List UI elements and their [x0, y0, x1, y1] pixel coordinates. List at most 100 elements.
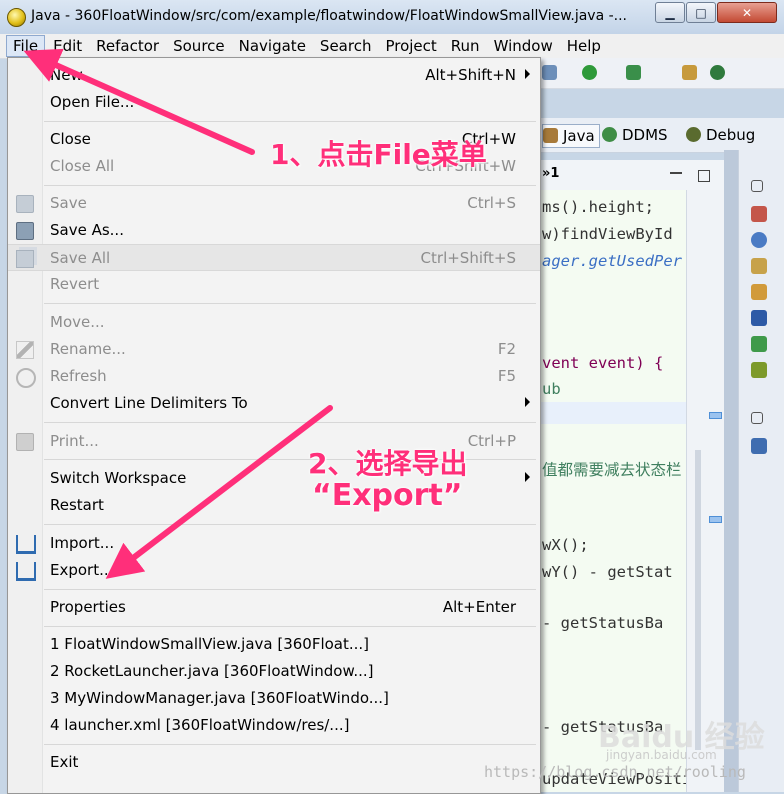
code-line: vent event) { — [542, 354, 664, 372]
menu-item-move[interactable]: Move... — [8, 309, 540, 336]
menu-item-shortcut: Ctrl+S — [467, 194, 516, 212]
menu-item-label: 2 RocketLauncher.java [360FloatWindow...… — [50, 662, 374, 680]
declaration-icon[interactable] — [751, 258, 767, 274]
title-bar: Java - 360FloatWindow/src/com/example/fl… — [0, 0, 784, 35]
javadoc-icon[interactable] — [751, 232, 767, 248]
menu-help[interactable]: Help — [561, 35, 607, 57]
perspective-java-label: Java — [563, 127, 595, 145]
menu-edit[interactable]: Edit — [47, 35, 88, 57]
recent-file-4[interactable]: 4 launcher.xml [360FloatWindow/res/...] — [8, 712, 540, 739]
run-icon[interactable] — [582, 65, 597, 80]
maximize-view-icon[interactable] — [698, 170, 710, 182]
menu-item-convert-line-delimiters[interactable]: Convert Line Delimiters To — [8, 390, 540, 417]
recent-file-3[interactable]: 3 MyWindowManager.java [360FloatWindo...… — [8, 685, 540, 712]
recent-file-2[interactable]: 2 RocketLauncher.java [360FloatWindow...… — [8, 658, 540, 685]
menu-separator — [44, 185, 536, 186]
debug-bug-icon — [686, 127, 701, 142]
sash[interactable] — [724, 150, 738, 792]
save-as-icon — [16, 222, 34, 240]
menu-item-save[interactable]: Save Ctrl+S — [8, 190, 540, 217]
print-icon — [16, 433, 34, 451]
menu-item-label: Exit — [50, 753, 79, 771]
menu-item-export[interactable]: Export... — [8, 557, 540, 584]
window-title: Java - 360FloatWindow/src/com/example/fl… — [31, 8, 628, 24]
menu-item-shortcut: Alt+Shift+N — [425, 66, 516, 84]
menu-item-exit[interactable]: Exit — [8, 749, 540, 776]
current-line-highlight — [538, 402, 686, 424]
menu-item-revert[interactable]: Revert — [8, 271, 540, 298]
menu-item-label: Save All — [50, 249, 111, 267]
submenu-arrow-icon — [525, 69, 530, 79]
menu-item-rename[interactable]: Rename... F2 — [8, 336, 540, 363]
logcat-icon[interactable] — [751, 362, 767, 378]
editor-tab-bar: »1 — [538, 160, 724, 191]
menu-item-label: Import... — [50, 534, 115, 552]
editor-overview-ruler[interactable] — [686, 190, 725, 792]
class-icon[interactable] — [710, 65, 725, 80]
menu-item-save-as[interactable]: Save As... — [8, 217, 540, 244]
new-wizard-icon[interactable] — [542, 65, 557, 80]
menu-item-refresh[interactable]: Refresh F5 — [8, 363, 540, 390]
menu-item-label: 4 launcher.xml [360FloatWindow/res/...] — [50, 716, 350, 734]
progress-icon[interactable] — [751, 336, 767, 352]
menu-refactor[interactable]: Refactor — [90, 35, 165, 57]
menu-item-label: Convert Line Delimiters To — [50, 394, 248, 412]
menu-item-open-file[interactable]: Open File... — [8, 89, 540, 116]
menu-item-label: Revert — [50, 275, 100, 293]
perspective-debug-label: Debug — [706, 126, 756, 144]
perspective-debug[interactable]: Debug — [686, 124, 755, 146]
menu-bar: File Edit Refactor Source Navigate Searc… — [0, 34, 784, 59]
menu-file[interactable]: File — [6, 35, 46, 57]
rename-icon — [16, 341, 34, 359]
search-view-icon[interactable] — [751, 284, 767, 300]
menu-separator — [44, 626, 536, 627]
code-line: - getStatusBa — [542, 614, 664, 632]
restore-view-icon[interactable] — [751, 180, 763, 192]
menu-item-label: Restart — [50, 496, 104, 514]
editor-scrollbar-thumb[interactable] — [695, 450, 701, 750]
menu-item-label: Print... — [50, 432, 99, 450]
maximize-button[interactable]: □ — [686, 2, 716, 23]
refresh-icon — [16, 368, 36, 388]
menu-item-label: Save As... — [50, 221, 124, 239]
close-button[interactable]: ✕ — [717, 2, 777, 23]
menu-source[interactable]: Source — [167, 35, 231, 57]
outline-view-icon[interactable] — [751, 206, 767, 222]
external-tools-icon[interactable] — [626, 65, 641, 80]
hierarchy-icon[interactable] — [751, 438, 767, 454]
menu-item-label: Export... — [50, 561, 114, 579]
menu-item-shortcut: Ctrl+P — [467, 432, 516, 450]
import-icon — [16, 535, 36, 554]
menu-run[interactable]: Run — [445, 35, 486, 57]
code-editor[interactable]: ms().height; w)findViewById ager.getUsed… — [538, 190, 686, 792]
menu-item-label: Save — [50, 194, 87, 212]
overview-mark[interactable] — [709, 412, 722, 419]
menu-search[interactable]: Search — [314, 35, 378, 57]
recent-file-1[interactable]: 1 FloatWindowSmallView.java [360Float...… — [8, 631, 540, 658]
menu-item-label: Close All — [50, 157, 115, 175]
restore-view-icon[interactable] — [751, 412, 763, 424]
menu-item-save-all[interactable]: Save All Ctrl+Shift+S — [8, 244, 540, 271]
menu-window[interactable]: Window — [488, 35, 559, 57]
perspective-java[interactable]: Java — [542, 124, 600, 148]
code-line: ms().height; — [542, 198, 654, 216]
menu-project[interactable]: Project — [379, 35, 442, 57]
menu-item-properties[interactable]: Properties Alt+Enter — [8, 594, 540, 621]
menu-item-label: Switch Workspace — [50, 469, 187, 487]
perspective-ddms[interactable]: DDMS — [602, 124, 668, 146]
menu-navigate[interactable]: Navigate — [233, 35, 312, 57]
console-icon[interactable] — [751, 310, 767, 326]
menu-item-import[interactable]: Import... — [8, 530, 540, 557]
code-line: ub — [542, 380, 561, 398]
code-line: w)findViewById — [542, 225, 673, 243]
minimize-button[interactable]: ▁ — [655, 2, 685, 23]
minimize-view-icon[interactable] — [670, 172, 682, 174]
menu-item-new[interactable]: New Alt+Shift+N — [8, 62, 540, 89]
menu-separator — [44, 121, 536, 122]
export-icon — [16, 562, 36, 581]
overview-mark[interactable] — [709, 516, 722, 523]
tab-overflow[interactable]: »1 — [542, 166, 559, 181]
menu-item-label: Properties — [50, 598, 126, 616]
package-icon[interactable] — [682, 65, 697, 80]
menu-item-shortcut: Alt+Enter — [442, 598, 516, 616]
